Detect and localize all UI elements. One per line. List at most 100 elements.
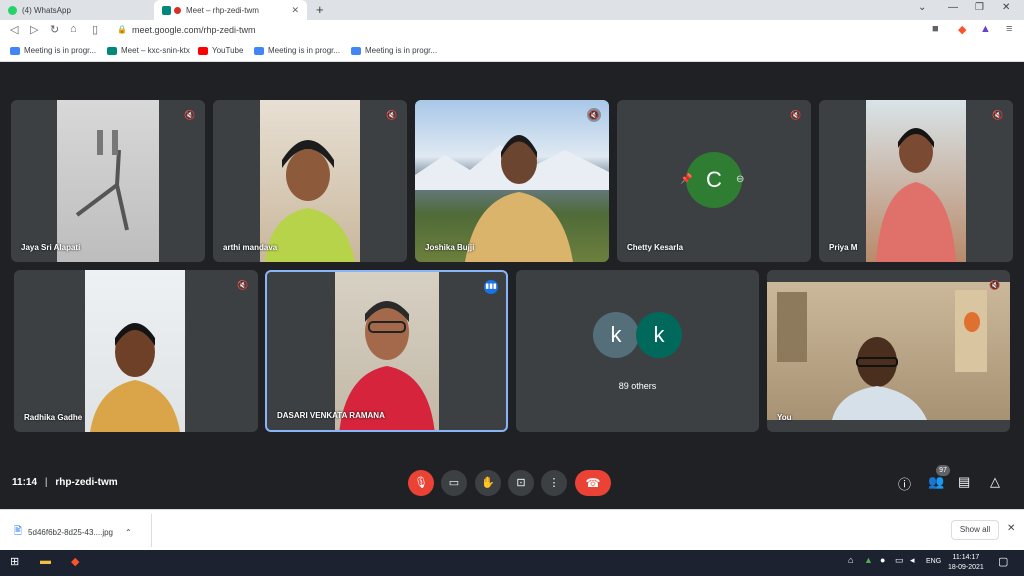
mic-off-icon: 🔇 bbox=[992, 110, 1004, 120]
system-clock[interactable]: 11:14:17 18-09-2021 bbox=[948, 553, 984, 573]
chat-icon[interactable]: ▤ bbox=[958, 474, 970, 490]
microphone-icon[interactable]: ● bbox=[880, 555, 885, 565]
meeting-info: 11:14 | rhp-zedi-twm bbox=[12, 477, 118, 488]
notifications-icon[interactable]: ▢ bbox=[998, 555, 1008, 568]
participant-tile[interactable]: 🔇 Joshika Bujji bbox=[415, 100, 609, 262]
separator: | bbox=[44, 477, 48, 488]
windows-start-icon[interactable]: ⊞ bbox=[10, 555, 19, 568]
close-tab-icon[interactable]: ✕ bbox=[291, 5, 299, 16]
participant-name: DASARI VENKATA RAMANA bbox=[277, 411, 385, 420]
mic-off-icon: 🔇 bbox=[790, 110, 802, 120]
bookmarks-bar: Meeting is in progr... Meet – kxc-snin-k… bbox=[0, 42, 1024, 62]
meeting-time: 11:14 bbox=[12, 477, 38, 488]
bookmark-favicon bbox=[351, 46, 361, 55]
download-item[interactable]: 🖹 5d46f6b2-8d25-43....jpg ⌃ bbox=[14, 524, 132, 541]
raise-hand-button[interactable]: ✋ bbox=[475, 470, 501, 496]
camera-toggle-button[interactable]: ▭ bbox=[441, 470, 467, 496]
recording-icon bbox=[174, 6, 181, 14]
mic-off-icon: 🔇 bbox=[184, 110, 196, 120]
network-icon[interactable]: ▭ bbox=[895, 555, 904, 566]
browser-toolbar: ◁ ▷ ↻ ⌂ ▯ 🔒 meet.google.com/rhp-zedi-twm… bbox=[0, 20, 1024, 42]
present-button[interactable]: ⊡ bbox=[508, 470, 534, 496]
meeting-details-icon[interactable]: ⓘ bbox=[898, 474, 911, 493]
close-download-bar-icon[interactable]: ✕ bbox=[1007, 523, 1015, 534]
mic-off-icon: 🔇 bbox=[237, 280, 249, 290]
new-tab-button[interactable]: + bbox=[316, 2, 324, 17]
image-file-icon: 🖹 bbox=[14, 526, 23, 537]
tab-meet[interactable]: Meet – rhp-zedi-twm ✕ bbox=[154, 0, 307, 20]
bookmark-icon[interactable]: ▯ bbox=[92, 23, 98, 36]
mic-toggle-button[interactable]: 🎙 bbox=[408, 470, 434, 496]
bookmark-favicon bbox=[107, 46, 117, 55]
participant-tile[interactable]: 🔇 Priya M bbox=[819, 100, 1013, 262]
language-indicator[interactable]: ENG bbox=[926, 558, 941, 565]
home-icon[interactable]: ⌂ bbox=[70, 23, 77, 35]
minimize-button[interactable]: — bbox=[948, 2, 958, 13]
rewards-icon[interactable]: ▲ bbox=[980, 23, 991, 35]
menu-icon[interactable]: ≡ bbox=[1006, 23, 1012, 35]
speaking-indicator-icon: ▮▮▮ bbox=[484, 280, 498, 294]
back-icon[interactable]: ◁ bbox=[10, 23, 18, 36]
chevron-up-icon[interactable]: ⌃ bbox=[125, 528, 132, 537]
volume-icon[interactable]: ◂ bbox=[910, 555, 915, 566]
browser-tab-strip: (4) WhatsApp Meet – rhp-zedi-twm ✕ + ⌄ —… bbox=[0, 0, 1024, 20]
participant-video bbox=[260, 100, 360, 262]
participant-tile-active[interactable]: ▮▮▮ DASARI VENKATA RAMANA bbox=[265, 270, 508, 432]
bookmark-favicon bbox=[10, 46, 20, 55]
download-bar: 🖹 5d46f6b2-8d25-43....jpg ⌃ Show all ✕ bbox=[0, 509, 1024, 550]
tab-search-icon[interactable]: ⌄ bbox=[918, 2, 926, 13]
participant-tile-self[interactable]: 🔇 You bbox=[767, 270, 1010, 432]
tab-whatsapp[interactable]: (4) WhatsApp bbox=[0, 0, 152, 20]
address-bar[interactable]: meet.google.com/rhp-zedi-twm bbox=[132, 25, 256, 35]
tab-title: Meet – rhp-zedi-twm bbox=[186, 5, 259, 15]
divider bbox=[151, 514, 152, 547]
bookmark-item[interactable]: YouTube bbox=[198, 46, 243, 55]
participant-video bbox=[85, 270, 185, 432]
participant-video bbox=[335, 272, 439, 430]
reload-icon[interactable]: ↻ bbox=[50, 23, 59, 36]
whatsapp-icon bbox=[8, 5, 17, 15]
meet-control-bar: 11:14 | rhp-zedi-twm 🎙 ▭ ✋ ⊡ ⋮ ☎ ⓘ 👥 ▤ △ bbox=[0, 462, 1024, 508]
pin-icon[interactable]: 📌 bbox=[680, 174, 692, 185]
participant-video bbox=[866, 100, 966, 262]
participant-video bbox=[767, 282, 1010, 420]
download-filename: 5d46f6b2-8d25-43....jpg bbox=[28, 528, 114, 537]
participant-tile[interactable]: C 📌 ⊖ 🔇 Chetty Kesarla bbox=[617, 100, 811, 262]
participant-tile[interactable]: 🔇 arthi mandava bbox=[213, 100, 407, 262]
participant-video bbox=[415, 100, 609, 262]
mic-off-icon: 🔇 bbox=[989, 280, 1001, 290]
bookmark-item[interactable]: Meeting is in progr... bbox=[10, 46, 96, 55]
participant-tile[interactable]: 🔇 Jaya Sri Alapati bbox=[11, 100, 205, 262]
bookmark-item[interactable]: Meet – kxc-snin-ktx bbox=[107, 46, 190, 55]
camera-icon[interactable]: ■ bbox=[932, 23, 939, 35]
brave-browser-icon[interactable]: ◆ bbox=[71, 555, 79, 568]
participant-name: Joshika Bujji bbox=[425, 243, 475, 252]
activities-icon[interactable]: △ bbox=[990, 474, 1000, 490]
more-options-button[interactable]: ⋮ bbox=[541, 470, 567, 496]
participant-name: Priya M bbox=[829, 243, 858, 252]
tray-icon[interactable]: ▲ bbox=[864, 555, 873, 565]
others-tile[interactable]: k k 89 others bbox=[516, 270, 759, 432]
show-all-button[interactable]: Show all bbox=[951, 520, 999, 540]
leave-call-button[interactable]: ☎ bbox=[575, 470, 611, 496]
brave-shield-icon[interactable]: ◆ bbox=[958, 23, 966, 36]
bookmark-item[interactable]: Meeting is in progr... bbox=[254, 46, 340, 55]
tray-icon[interactable]: ⌂ bbox=[848, 555, 853, 565]
others-count-label: 89 others bbox=[618, 381, 657, 391]
others-avatar: k bbox=[593, 312, 639, 358]
meeting-code: rhp-zedi-twm bbox=[55, 477, 118, 488]
meet-icon bbox=[162, 5, 171, 15]
forward-icon[interactable]: ▷ bbox=[30, 23, 38, 36]
youtube-icon bbox=[198, 46, 208, 55]
more-options-icon[interactable]: ⊖ bbox=[736, 174, 744, 185]
bookmark-item[interactable]: Meeting is in progr... bbox=[351, 46, 437, 55]
close-window-button[interactable]: ✕ bbox=[1002, 2, 1010, 13]
maximize-button[interactable]: ❐ bbox=[975, 2, 984, 13]
lock-icon: 🔒 bbox=[117, 25, 127, 34]
windows-taskbar: ⊞ ▬ ◆ ⌂ ▲ ● ▭ ◂ ENG 11:14:17 18-09-2021 … bbox=[0, 550, 1024, 576]
participant-tile[interactable]: 🔇 Radhika Gadhe bbox=[14, 270, 258, 432]
mic-off-icon: 🔇 bbox=[587, 108, 601, 122]
people-icon[interactable]: 👥 bbox=[928, 474, 944, 490]
file-explorer-icon[interactable]: ▬ bbox=[40, 555, 51, 567]
participant-name: Chetty Kesarla bbox=[627, 243, 684, 252]
